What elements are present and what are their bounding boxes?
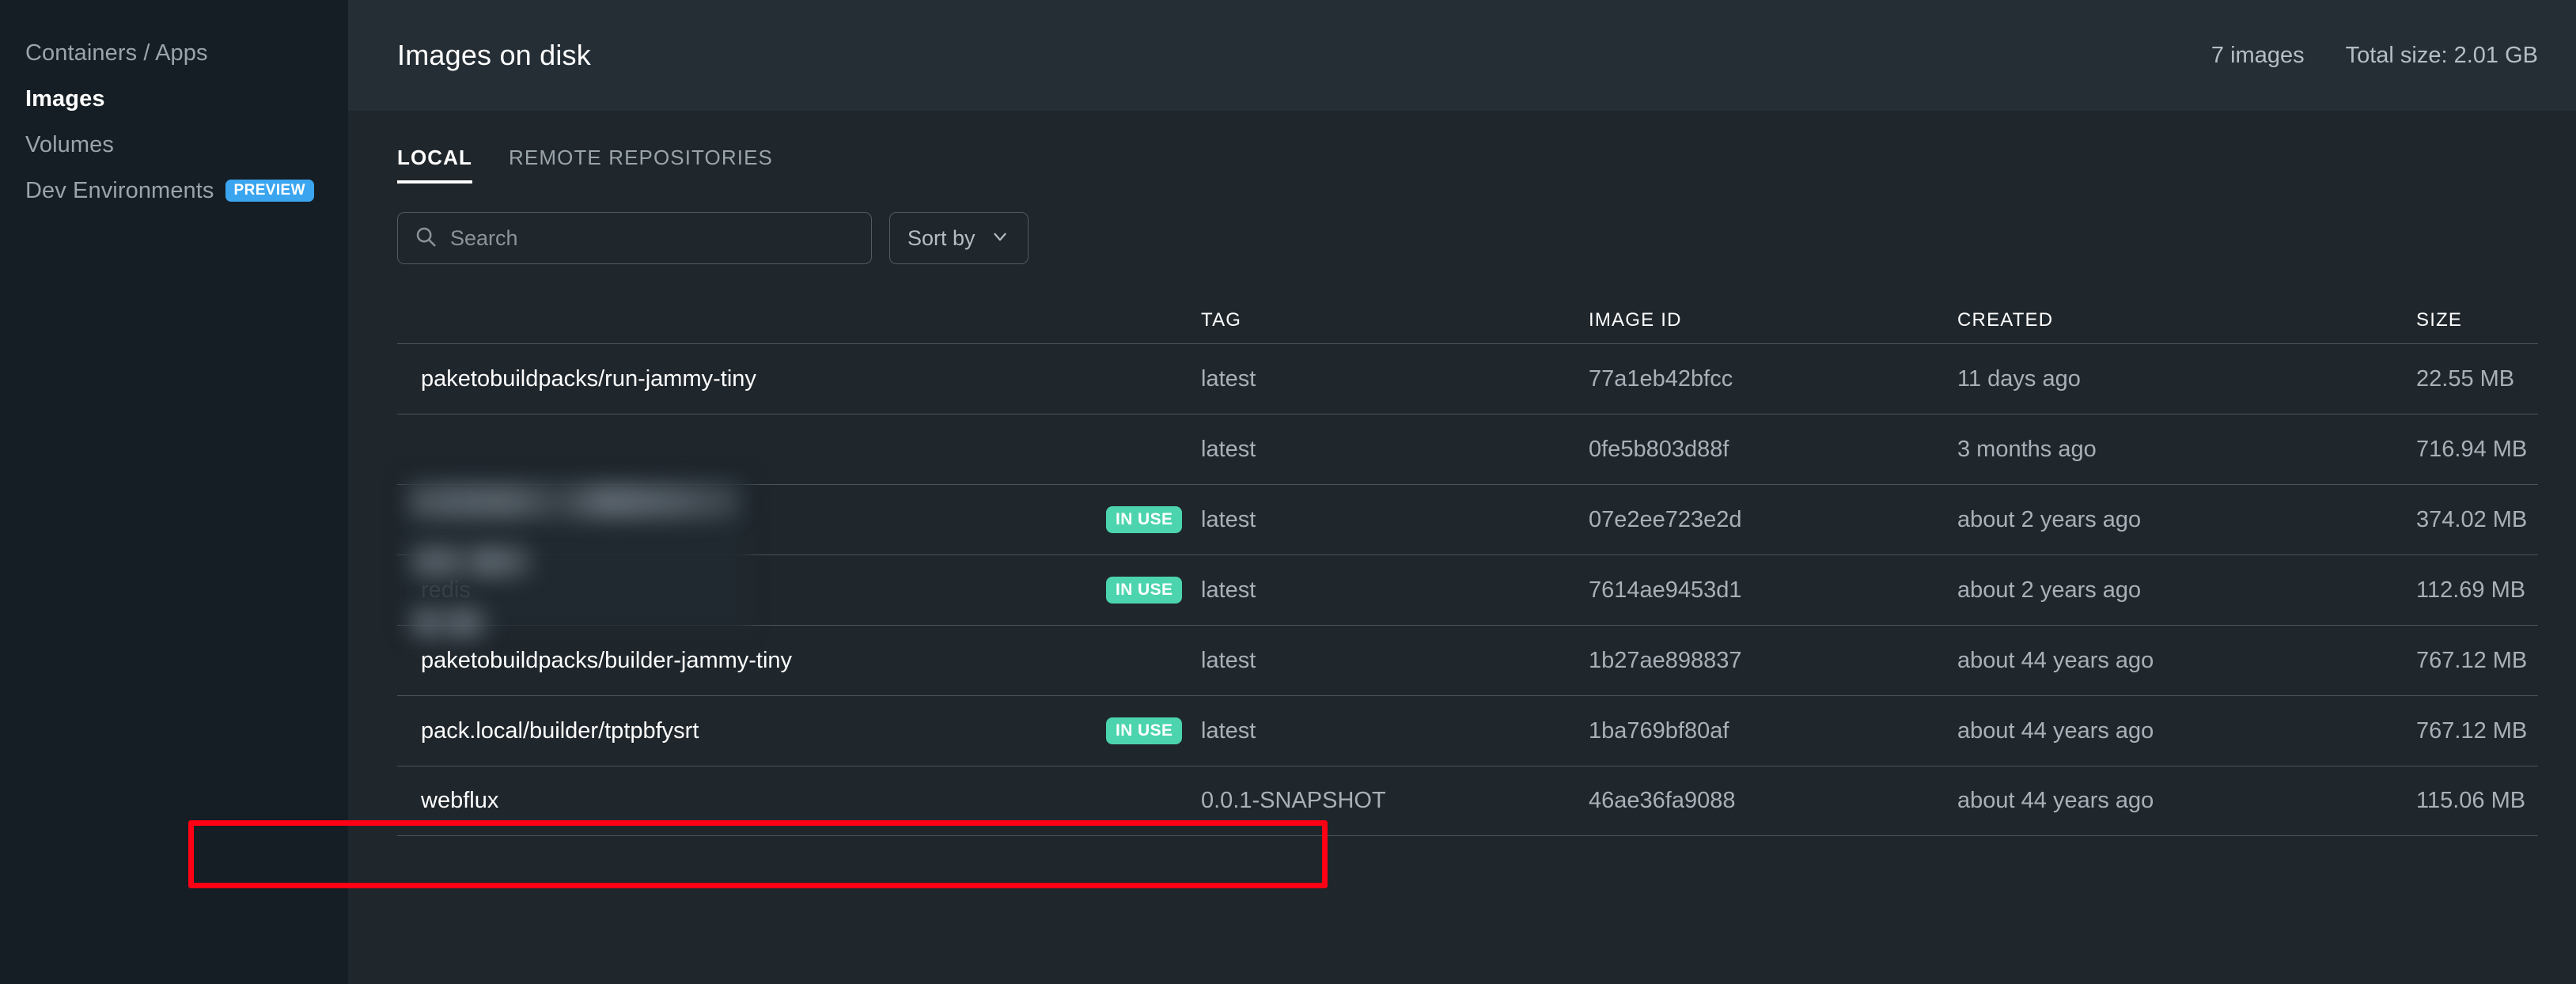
image-created: about 44 years ago (1957, 788, 2154, 813)
tab-label: LOCAL (397, 146, 473, 169)
sidebar-item-volumes[interactable]: Volumes (0, 122, 348, 168)
in-use-cell: IN USE (1106, 506, 1201, 533)
table-row[interactable]: latest 0fe5b803d88f 3 months ago 716.94 … (397, 414, 2538, 484)
tab-remote-repositories[interactable]: REMOTE REPOSITORIES (509, 146, 773, 184)
table-row[interactable]: paketobuildpacks/run-jammy-tiny latest 7… (397, 343, 2538, 414)
image-count-label: 7 images (2210, 42, 2305, 68)
image-created: about 2 years ago (1957, 506, 2142, 532)
image-created: about 44 years ago (1957, 647, 2154, 673)
image-name: paketobuildpacks/builder-jammy-tiny (421, 647, 793, 673)
preview-badge: PREVIEW (225, 180, 314, 202)
image-created: about 44 years ago (1957, 717, 2154, 744)
image-name: paketobuildpacks/run-jammy-tiny (421, 365, 756, 392)
image-id: 1ba769bf80af (1589, 717, 1729, 744)
image-tag: latest (1201, 647, 1256, 673)
sidebar-item-label: Dev Environments (25, 177, 214, 203)
main-panel: Images on disk 7 images Total size: 2.01… (348, 0, 2576, 984)
column-header-size: SIZE (2416, 309, 2463, 331)
status-badge: IN USE (1106, 506, 1183, 533)
table-row[interactable]: redis IN USE latest 7614ae9453d1 about 2… (397, 554, 2538, 625)
sidebar-item-images[interactable]: Images (0, 76, 348, 122)
sort-by-label: Sort by (907, 225, 975, 250)
column-header-created: CREATED (1957, 309, 2054, 331)
image-size: 374.02 MB (2416, 506, 2528, 532)
image-name: pack.local/builder/tptpbfysrt (421, 717, 699, 744)
docker-desktop-window: Containers / Apps Images Volumes Dev Env… (0, 0, 2576, 984)
sidebar-item-label: Images (25, 85, 105, 112)
image-name: webflux (421, 788, 499, 813)
table-row[interactable]: IN USE latest 07e2ee723e2d about 2 years… (397, 484, 2538, 554)
table-row[interactable]: paketobuildpacks/builder-jammy-tiny late… (397, 625, 2538, 695)
table-row-highlighted[interactable]: webflux 0.0.1-SNAPSHOT 46ae36fa9088 abou… (397, 766, 2538, 836)
image-tag: latest (1201, 717, 1256, 744)
tab-bar: LOCAL REMOTE REPOSITORIES (397, 111, 2538, 184)
image-tag: latest (1201, 365, 1256, 392)
images-table: TAG IMAGE ID CREATED SIZE paketobuildpac… (397, 297, 2538, 836)
tab-local[interactable]: LOCAL (397, 146, 473, 184)
sidebar-item-containers-apps[interactable]: Containers / Apps (0, 30, 348, 76)
total-size-label: Total size: 2.01 GB (2345, 42, 2538, 68)
image-size: 716.94 MB (2416, 436, 2528, 462)
image-size: 115.06 MB (2416, 788, 2526, 813)
sidebar-item-label: Containers / Apps (25, 40, 208, 66)
image-tag: latest (1201, 436, 1256, 462)
column-header-image-id: IMAGE ID (1589, 309, 1682, 331)
page-header: Images on disk 7 images Total size: 2.01… (348, 0, 2576, 111)
image-tag: latest (1201, 577, 1256, 603)
header-stats: 7 images Total size: 2.01 GB (2211, 43, 2538, 69)
sidebar-item-dev-environments[interactable]: Dev Environments PREVIEW (0, 168, 348, 214)
image-id: 0fe5b803d88f (1589, 436, 1729, 462)
status-badge: IN USE (1106, 717, 1183, 744)
in-use-cell: IN USE (1106, 717, 1201, 744)
image-created: 3 months ago (1957, 436, 2097, 462)
search-input[interactable]: Search (397, 212, 872, 264)
table-toolbar: Search Sort by (397, 212, 2538, 264)
table-row[interactable]: pack.local/builder/tptpbfysrt IN USE lat… (397, 695, 2538, 766)
in-use-cell: IN USE (1106, 577, 1201, 604)
table-header-row: TAG IMAGE ID CREATED SIZE (397, 297, 2538, 343)
image-size: 767.12 MB (2416, 717, 2528, 744)
sidebar-item-label: Volumes (25, 131, 114, 157)
image-name-redacted: redis (421, 577, 471, 603)
image-tag: latest (1201, 506, 1256, 532)
image-tag: 0.0.1-SNAPSHOT (1201, 788, 1386, 813)
sidebar: Containers / Apps Images Volumes Dev Env… (0, 0, 348, 984)
image-id: 1b27ae898837 (1589, 647, 1742, 673)
search-icon (414, 225, 438, 252)
image-id: 46ae36fa9088 (1589, 788, 1736, 813)
status-badge: IN USE (1106, 577, 1183, 604)
image-id: 07e2ee723e2d (1589, 506, 1742, 532)
search-placeholder: Search (450, 225, 518, 250)
content-area: LOCAL REMOTE REPOSITORIES Search Sort by… (348, 111, 2576, 984)
image-size: 22.55 MB (2416, 365, 2515, 392)
image-size: 767.12 MB (2416, 647, 2528, 673)
tab-label: REMOTE REPOSITORIES (509, 146, 773, 169)
image-size: 112.69 MB (2416, 577, 2526, 603)
chevron-down-icon (990, 226, 1010, 251)
image-created: 11 days ago (1957, 365, 2081, 392)
sort-by-dropdown[interactable]: Sort by (889, 212, 1029, 264)
image-id: 77a1eb42bfcc (1589, 365, 1733, 392)
image-created: about 2 years ago (1957, 577, 2142, 603)
column-header-tag: TAG (1201, 309, 1242, 331)
page-title: Images on disk (397, 39, 591, 71)
image-id: 7614ae9453d1 (1589, 577, 1742, 603)
